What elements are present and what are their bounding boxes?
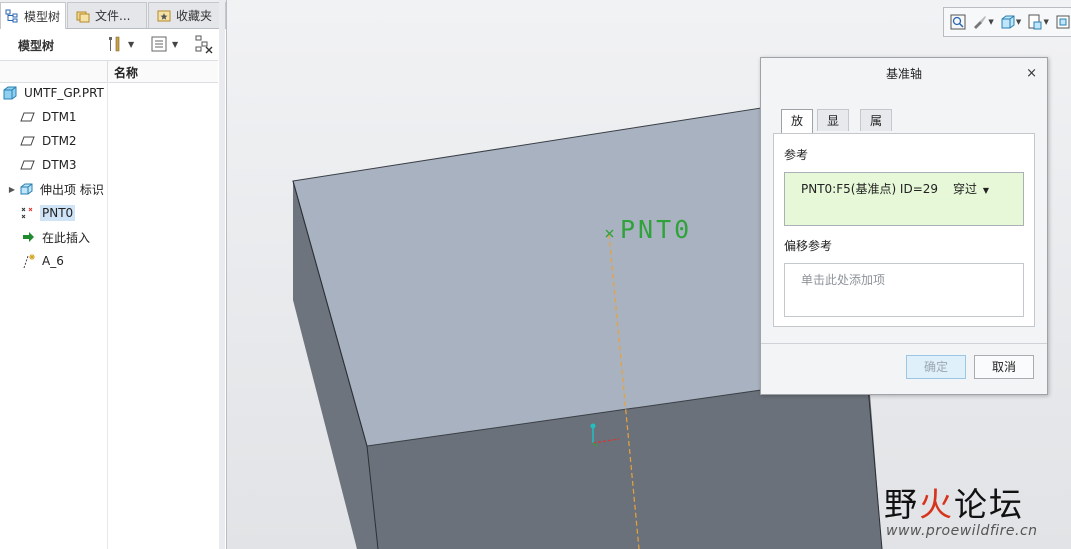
show-button[interactable]: ▼ <box>150 33 178 55</box>
magnifier-icon <box>950 14 966 30</box>
datum-axis-dialog: 基准轴 × 放置 显示 属性 参考 PNT0:F5(基准点) ID=29 穿过 … <box>760 57 1048 395</box>
tab-model-tree[interactable]: 模型树 <box>0 2 66 29</box>
list-icon <box>151 36 167 52</box>
tree-item-label: DTM3 <box>42 158 77 172</box>
tree-toolbar: 模型树 ▼ ▼ <box>0 29 220 59</box>
tree-column-header: 名称 <box>0 60 218 83</box>
tab-favorites[interactable]: 收藏夹 <box>148 2 226 28</box>
tree-item-label: 在此插入 <box>42 230 91 245</box>
reference-item[interactable]: PNT0:F5(基准点) ID=29 <box>801 180 938 197</box>
brush-icon <box>974 16 987 29</box>
cube-icon <box>1001 15 1015 29</box>
tab-label: 文件... <box>95 9 131 23</box>
tree-title: 模型树 <box>18 39 55 53</box>
tree-item-pnt0[interactable]: PNT0 <box>20 202 127 224</box>
placement-page: 参考 PNT0:F5(基准点) ID=29 穿过 ▼ 偏移参考 单击此处添加项 <box>773 133 1035 327</box>
datum-plane-icon <box>20 112 35 122</box>
datum-axis-icon <box>23 254 35 269</box>
chevron-down-icon: ▼ <box>172 39 179 49</box>
constraint-type-dropdown[interactable]: 穿过 ▼ <box>953 180 989 197</box>
settings-button[interactable]: ▼ <box>106 33 134 55</box>
tree-item-dtm3[interactable]: DTM3 <box>20 154 127 176</box>
tree-item-extrude[interactable]: ▶ 伸出项 标识 <box>6 178 126 200</box>
part-icon <box>3 86 17 100</box>
ok-button[interactable]: 确定 <box>906 355 966 379</box>
tools-icon <box>109 36 120 52</box>
references-collector[interactable]: PNT0:F5(基准点) ID=29 穿过 ▼ <box>784 172 1024 226</box>
watermark-url: www.proewildfire.cn <box>886 523 1038 539</box>
tree-item-label: UMTF_GP.PRT <box>24 86 104 100</box>
chevron-down-icon[interactable]: ▼ <box>1043 18 1048 26</box>
dialog-title: 基准轴 <box>885 67 922 81</box>
tab-label: 收藏夹 <box>176 9 213 23</box>
tree-item-label: A_6 <box>42 254 64 268</box>
chevron-down-icon[interactable]: ▼ <box>988 18 993 26</box>
insert-here-arrow-icon <box>23 232 34 242</box>
chevron-down-icon[interactable]: ▼ <box>1016 18 1021 26</box>
view-toolbar: ▼ ▼ ▼ <box>943 7 1071 37</box>
close-icon[interactable]: × <box>1026 66 1037 81</box>
filter-button[interactable] <box>194 33 214 55</box>
tree-item-a6[interactable]: A_6 <box>20 250 127 272</box>
tree-item-dtm1[interactable]: DTM1 <box>20 106 127 128</box>
folder-icon <box>76 11 90 22</box>
favorites-icon <box>157 10 171 21</box>
offset-references-label: 偏移参考 <box>784 239 833 253</box>
saved-view-icon <box>1028 14 1042 30</box>
chevron-down-icon: ▼ <box>128 39 135 49</box>
datum-display-icon <box>1056 15 1070 29</box>
repaint-button[interactable] <box>972 12 988 32</box>
chevron-down-icon: ▼ <box>982 186 989 195</box>
references-label: 参考 <box>784 148 809 162</box>
tree-item-label: PNT0 <box>40 205 76 221</box>
tab-placement[interactable]: 放置 <box>781 109 814 150</box>
tab-properties[interactable]: 属性 <box>860 109 893 150</box>
expand-arrow-icon[interactable]: ▶ <box>6 185 18 194</box>
datum-plane-icon <box>20 160 35 170</box>
saved-views-button[interactable] <box>1027 12 1043 32</box>
display-style-button[interactable] <box>1000 12 1016 32</box>
tree-item-insert-here[interactable]: 在此插入 <box>20 226 127 248</box>
model-tree-icon <box>5 9 18 23</box>
tree-item-label: 伸出项 标识 <box>40 182 104 197</box>
tab-label: 模型树 <box>24 9 61 24</box>
datum-plane-icon <box>20 136 35 146</box>
tree-scrollbar[interactable] <box>219 0 225 549</box>
cancel-button[interactable]: 取消 <box>974 355 1034 379</box>
tree-filter-icon <box>195 35 213 54</box>
watermark-logo-text: 野火论坛 <box>884 485 1024 524</box>
extrude-icon <box>20 183 33 195</box>
datum-display-button[interactable] <box>1055 12 1071 32</box>
tab-file-browser[interactable]: 文件... <box>67 2 147 28</box>
tab-display[interactable]: 显示 <box>817 109 850 150</box>
constraint-type-value: 穿过 <box>953 182 978 196</box>
point-label: PNT0 <box>620 215 692 244</box>
zoom-fit-button[interactable] <box>950 12 966 32</box>
offset-references-collector[interactable]: 单击此处添加项 <box>784 263 1024 317</box>
offset-placeholder: 单击此处添加项 <box>801 273 886 287</box>
tree-item-label: DTM1 <box>42 110 77 124</box>
panel-tabs: 模型树 文件... 收藏夹 <box>0 0 226 29</box>
model-tree-panel: 模型树 文件... 收藏夹 模型树 ▼ ▼ 名称 UMTF_GP.PRT DTM… <box>0 0 227 549</box>
datum-point-icon <box>21 207 33 219</box>
tree-item-part[interactable]: UMTF_GP.PRT <box>2 82 109 104</box>
tree-item-label: DTM2 <box>42 134 77 148</box>
tree-item-dtm2[interactable]: DTM2 <box>20 130 127 152</box>
column-name-header[interactable]: 名称 <box>114 64 138 81</box>
